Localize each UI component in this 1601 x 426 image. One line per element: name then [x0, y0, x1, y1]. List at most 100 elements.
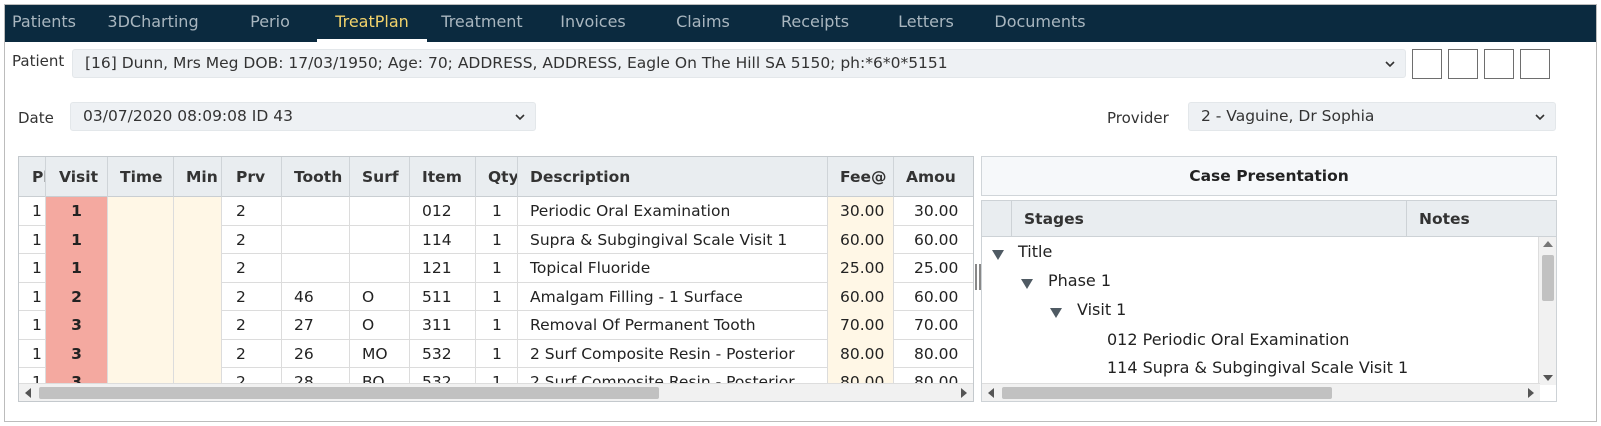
cell-visit[interactable]: 1 — [46, 254, 108, 283]
cell-visit[interactable]: 1 — [46, 225, 108, 254]
cell-visit[interactable]: 1 — [46, 197, 108, 226]
cell-fee[interactable]: 30.00 — [828, 197, 894, 226]
cell-item[interactable]: 012 — [410, 197, 476, 226]
cell-description[interactable]: Supra & Subgingival Scale Visit 1 — [518, 225, 828, 254]
expand-triangle-icon[interactable] — [992, 250, 1004, 260]
case-presentation-button[interactable]: Case Presentation — [981, 156, 1557, 196]
table-row[interactable]: 1 1 2 012 1 Periodic Oral Examination 30.00 30.… — [19, 197, 973, 226]
cell-min[interactable] — [174, 282, 222, 311]
cell-item[interactable]: 511 — [410, 282, 476, 311]
cell-tooth[interactable]: 26 — [282, 339, 350, 368]
cell-min[interactable] — [174, 197, 222, 226]
patient-action-box-4[interactable] — [1520, 49, 1550, 79]
cell-visit[interactable]: 2 — [46, 282, 108, 311]
cell-description[interactable]: Topical Fluoride — [518, 254, 828, 283]
table-row[interactable]: 1 2 2 46 O 511 1 Amalgam Filling - 1 Surface 60.… — [19, 282, 973, 312]
cell-time[interactable] — [108, 254, 174, 283]
cell-time[interactable] — [108, 311, 174, 340]
cell-description[interactable]: 2 Surf Composite Resin - Posterior — [518, 339, 828, 368]
cell-provider[interactable]: 2 — [222, 225, 282, 254]
cell-visit[interactable]: 3 — [46, 339, 108, 368]
tree-node-title[interactable]: Title — [1018, 240, 1052, 264]
tree-node-item[interactable]: 114 Supra & Subgingival Scale Visit 1 — [1107, 356, 1408, 380]
cell-tooth[interactable]: 27 — [282, 311, 350, 340]
cell-qty[interactable]: 1 — [476, 254, 518, 283]
scroll-down-icon[interactable] — [1543, 375, 1553, 381]
tree-vertical-scrollbar[interactable] — [1538, 237, 1556, 385]
cell-qty[interactable]: 1 — [476, 197, 518, 226]
col-header-pl[interactable]: Pl — [19, 157, 46, 197]
cell-fee[interactable]: 70.00 — [828, 311, 894, 340]
tab-treatment[interactable]: Treatment — [427, 5, 537, 42]
cell-surface[interactable] — [350, 197, 410, 226]
table-row[interactable]: 1 1 2 121 1 Topical Fluoride 25.00 25.00 — [19, 254, 973, 283]
cell-plan[interactable]: 1 — [19, 311, 46, 340]
cell-min[interactable] — [174, 311, 222, 340]
col-header-tooth[interactable]: Tooth — [282, 157, 350, 197]
cell-surface[interactable] — [350, 225, 410, 254]
tab-treatplan[interactable]: TreatPlan — [317, 5, 427, 42]
tab-invoices[interactable]: Invoices — [537, 5, 649, 42]
cell-visit[interactable]: 3 — [46, 311, 108, 340]
tree-node-phase[interactable]: Phase 1 — [1048, 269, 1111, 293]
cell-time[interactable] — [108, 282, 174, 311]
tree-node-visit[interactable]: Visit 1 — [1077, 298, 1126, 322]
scroll-thumb[interactable] — [39, 387, 659, 399]
col-header-surf[interactable]: Surf — [350, 157, 410, 197]
cell-plan[interactable]: 1 — [19, 225, 46, 254]
col-header-amount[interactable]: Amou — [894, 157, 973, 197]
patient-select[interactable]: [16] Dunn, Mrs Meg DOB: 17/03/1950; Age:… — [72, 49, 1406, 78]
patient-action-box-1[interactable] — [1412, 49, 1442, 79]
cell-provider[interactable]: 2 — [222, 197, 282, 226]
scroll-left-icon[interactable] — [988, 388, 994, 398]
cell-amount[interactable]: 70.00 — [894, 311, 973, 340]
cell-description[interactable]: Amalgam Filling - 1 Surface — [518, 282, 828, 311]
col-header-description[interactable]: Description — [518, 157, 828, 197]
cell-description[interactable]: Periodic Oral Examination — [518, 197, 828, 226]
date-select[interactable]: 03/07/2020 08:09:08 ID 43 — [70, 102, 536, 131]
cell-amount[interactable]: 60.00 — [894, 226, 973, 255]
scroll-up-icon[interactable] — [1543, 241, 1553, 247]
expand-triangle-icon[interactable] — [1050, 308, 1062, 318]
cell-surface[interactable] — [350, 254, 410, 283]
cell-tooth[interactable]: 46 — [282, 282, 350, 311]
col-header-notes[interactable]: Notes — [1407, 201, 1556, 237]
cell-qty[interactable]: 1 — [476, 282, 518, 311]
cell-fee[interactable]: 60.00 — [828, 282, 894, 311]
tab-patients[interactable]: Patients — [5, 5, 83, 42]
cell-fee[interactable]: 60.00 — [828, 225, 894, 254]
cell-item[interactable]: 114 — [410, 225, 476, 254]
cell-tooth[interactable] — [282, 225, 350, 254]
patient-action-box-2[interactable] — [1448, 49, 1478, 79]
col-header-prv[interactable]: Prv — [222, 157, 282, 197]
provider-select[interactable]: 2 - Vaguine, Dr Sophia — [1188, 102, 1556, 131]
scroll-right-icon[interactable] — [961, 388, 967, 398]
cell-min[interactable] — [174, 254, 222, 283]
tab-letters[interactable]: Letters — [873, 5, 979, 42]
scroll-thumb[interactable] — [1542, 255, 1554, 301]
cell-provider[interactable]: 2 — [222, 311, 282, 340]
cell-time[interactable] — [108, 197, 174, 226]
table-row[interactable]: 1 3 2 26 MO 532 1 2 Surf Composite Resin - Post… — [19, 339, 973, 368]
tree-node-item[interactable]: 012 Periodic Oral Examination — [1107, 328, 1349, 352]
cell-item[interactable]: 311 — [410, 311, 476, 340]
cell-amount[interactable]: 60.00 — [894, 283, 973, 312]
scroll-right-icon[interactable] — [1528, 388, 1534, 398]
cell-qty[interactable]: 1 — [476, 311, 518, 340]
cell-time[interactable] — [108, 339, 174, 368]
cell-provider[interactable]: 2 — [222, 254, 282, 283]
cell-fee[interactable]: 80.00 — [828, 339, 894, 368]
tab-perio[interactable]: Perio — [223, 5, 317, 42]
tab-claims[interactable]: Claims — [649, 5, 757, 42]
cell-qty[interactable]: 1 — [476, 225, 518, 254]
cell-item[interactable]: 121 — [410, 254, 476, 283]
cell-qty[interactable]: 1 — [476, 339, 518, 368]
cell-plan[interactable]: 1 — [19, 197, 46, 226]
col-header-time[interactable]: Time — [108, 157, 174, 197]
cell-plan[interactable]: 1 — [19, 254, 46, 283]
col-header-qty[interactable]: Qty — [476, 157, 518, 197]
cell-tooth[interactable] — [282, 197, 350, 226]
col-header-fee[interactable]: Fee@ — [828, 157, 894, 197]
table-row[interactable]: 1 1 2 114 1 Supra & Subgingival Scale Visit 1… — [19, 225, 973, 255]
cell-description[interactable]: Removal Of Permanent Tooth — [518, 311, 828, 340]
